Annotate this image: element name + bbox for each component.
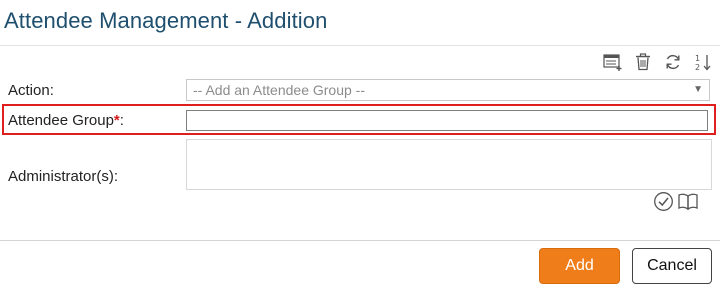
toolbar: 1 2 — [602, 51, 713, 72]
cancel-button[interactable]: Cancel — [632, 248, 712, 284]
attendee-group-label: Attendee Group*: — [8, 112, 124, 129]
chevron-down-icon: ▼ — [693, 84, 703, 95]
add-button[interactable]: Add — [539, 248, 620, 284]
svg-text:1: 1 — [695, 54, 700, 63]
check-circle-icon[interactable] — [653, 191, 674, 212]
trash-icon[interactable] — [632, 51, 653, 72]
svg-text:2: 2 — [695, 63, 700, 71]
title-divider — [0, 45, 720, 46]
attendee-group-input[interactable] — [186, 110, 708, 131]
action-select[interactable]: -- Add an Attendee Group -- ▼ — [186, 79, 710, 101]
administrators-label: Administrator(s): — [8, 168, 119, 185]
action-select-value: -- Add an Attendee Group -- — [193, 82, 365, 98]
attendee-group-label-text: Attendee Group — [8, 112, 114, 129]
action-label: Action: — [8, 82, 54, 99]
administrators-field[interactable] — [186, 139, 712, 190]
attendee-management-dialog: Attendee Management - Addition 1 2 Actio… — [0, 0, 720, 293]
book-icon[interactable] — [677, 191, 699, 212]
refresh-icon[interactable] — [662, 51, 683, 72]
attendee-group-label-colon: : — [119, 112, 124, 129]
footer-divider — [0, 240, 720, 241]
sort-icon[interactable]: 1 2 — [692, 51, 713, 72]
administrator-tools — [653, 191, 699, 212]
list-add-icon[interactable] — [602, 51, 623, 72]
page-title: Attendee Management - Addition — [4, 8, 328, 33]
